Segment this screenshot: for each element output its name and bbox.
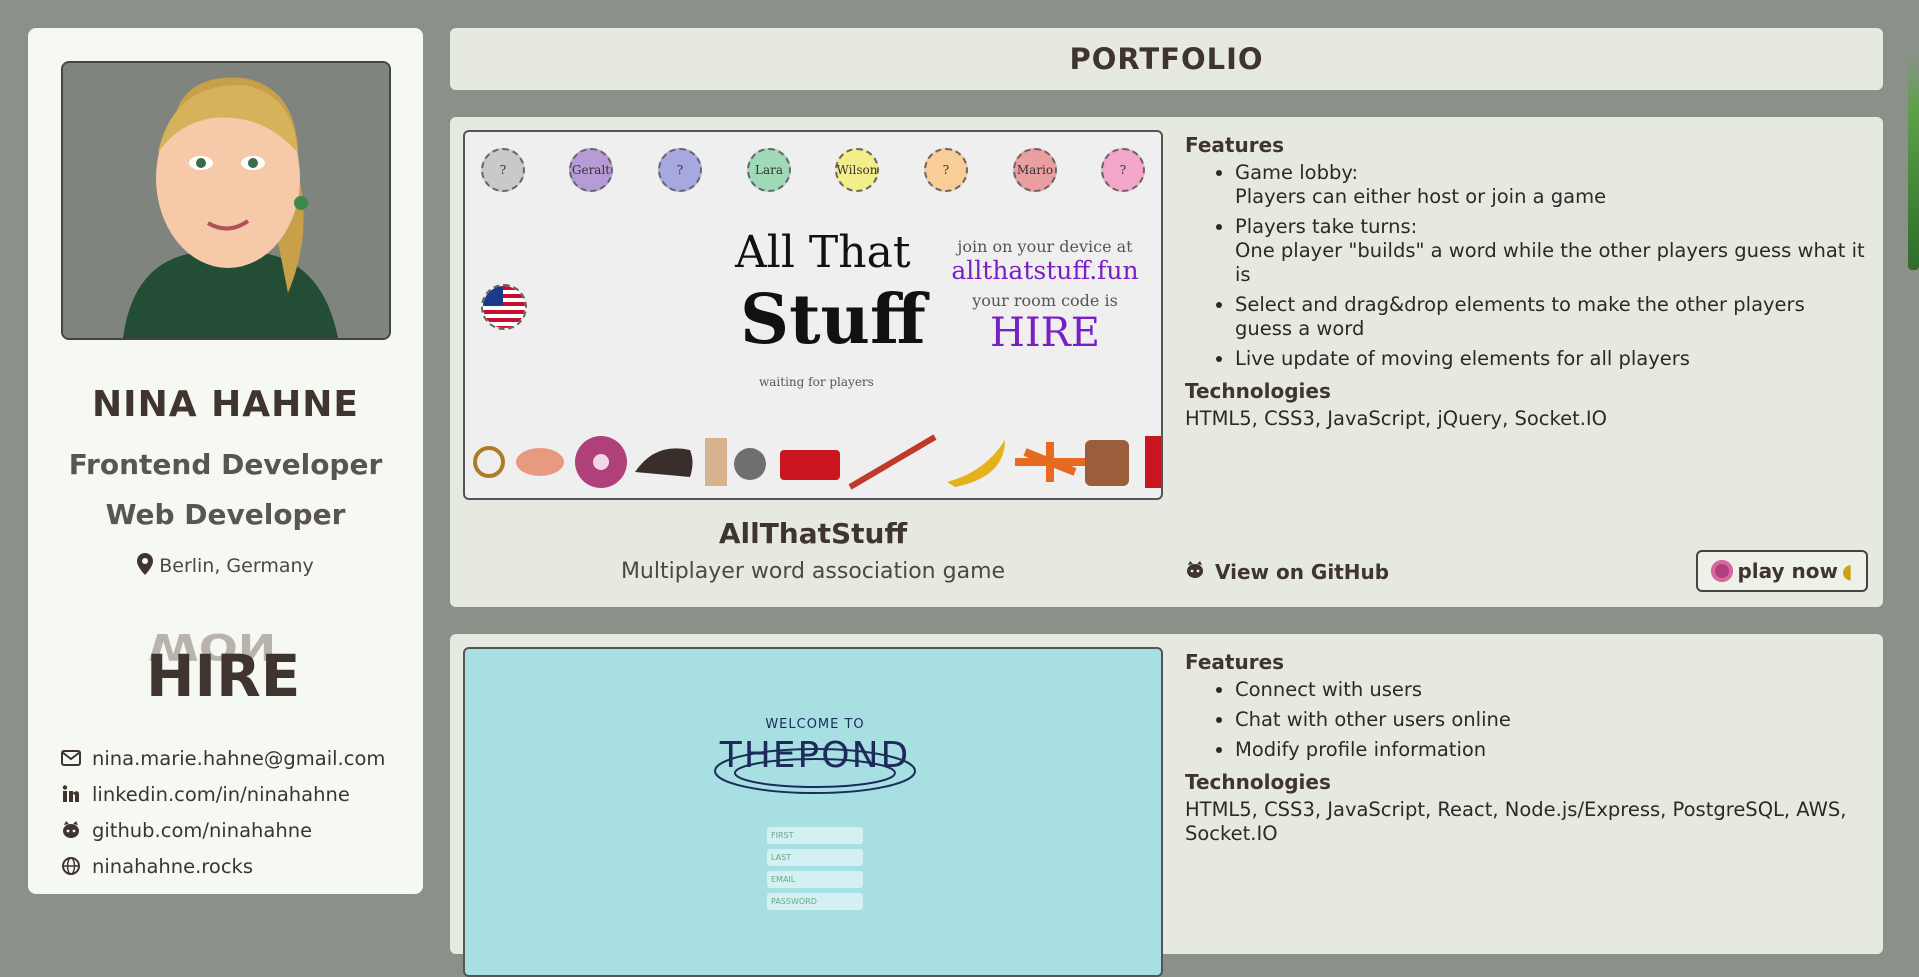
profile-location: Berlin, Germany: [28, 553, 423, 580]
player-slot: Geralt: [569, 148, 613, 192]
player-slot: ?: [1101, 148, 1145, 192]
profile-sidebar: NINA HAHNE Frontend Developer Web Develo…: [28, 28, 423, 894]
technologies-heading: Technologies: [1185, 379, 1331, 403]
room-code: HIRE: [990, 310, 1100, 356]
project-details: Features Game lobby:Players can either h…: [1185, 133, 1865, 431]
location-text: Berlin, Germany: [159, 555, 314, 577]
game-url: allthatstuff.fun: [951, 256, 1139, 285]
contact-email[interactable]: nina.marie.hahne@gmail.com: [60, 740, 385, 776]
join-text: join on your device at: [957, 237, 1133, 256]
feature-line: Modify profile information: [1235, 738, 1487, 761]
game-title-line1: All That: [735, 227, 911, 278]
banana-icon: ◖: [1841, 559, 1853, 583]
player-slot: Wilson: [835, 148, 879, 192]
play-now-button[interactable]: play now ◖: [1696, 550, 1868, 592]
feature-item: Chat with other users online: [1235, 708, 1865, 732]
flag-icon: [481, 284, 527, 330]
player-slot: Mario: [1013, 148, 1057, 192]
game-join-info: join on your device at allthatstuff.fun …: [945, 237, 1145, 356]
feature-line: Players take turns:: [1235, 215, 1418, 238]
contact-website-text[interactable]: ninahahne.rocks: [92, 855, 253, 878]
avatar: [61, 61, 391, 340]
features-list: Connect with users Chat with other users…: [1185, 678, 1865, 762]
pond-ripples: [714, 748, 916, 794]
feature-line: Chat with other users online: [1235, 708, 1511, 731]
feature-item: Players take turns:One player "builds" a…: [1235, 215, 1865, 287]
contact-list: nina.marie.hahne@gmail.com linkedin.com/…: [60, 740, 385, 884]
feature-line: Players can either host or join a game: [1235, 185, 1607, 208]
features-heading: Features: [1185, 650, 1285, 674]
player-slot: ?: [658, 148, 702, 192]
game-items-strip: [473, 434, 1161, 490]
feature-line: One player "builds" a word while the oth…: [1235, 239, 1865, 286]
project-card: WELCOME TO THEPOND FIRST LAST EMAIL PASS…: [450, 634, 1883, 977]
features-list: Game lobby:Players can either host or jo…: [1185, 161, 1865, 371]
project-screenshot[interactable]: ? Geralt ? Lara Wilson ? Mario ? All Tha…: [463, 130, 1163, 500]
feature-item: Select and drag&drop elements to make th…: [1235, 293, 1865, 341]
player-slot: ?: [481, 148, 525, 192]
view-on-github-link[interactable]: View on GitHub: [1185, 560, 1389, 584]
pond-welcome-text: WELCOME TO: [765, 717, 865, 732]
profile-role-secondary: Web Developer: [105, 498, 346, 531]
profile-role-primary: Frontend Developer: [68, 448, 383, 481]
email-field: EMAIL: [767, 871, 863, 888]
player-slot: ?: [924, 148, 968, 192]
contact-github-text[interactable]: github.com/ninahahne: [92, 819, 312, 842]
contact-email-text[interactable]: nina.marie.hahne@gmail.com: [92, 747, 385, 770]
features-heading: Features: [1185, 133, 1285, 157]
contact-website[interactable]: ninahahne.rocks: [60, 848, 385, 884]
github-link-label[interactable]: View on GitHub: [1215, 560, 1389, 584]
flower-icon: [1711, 560, 1734, 582]
feature-line: Live update of moving elements for all p…: [1235, 347, 1690, 370]
game-waiting-text: waiting for players: [759, 375, 874, 389]
feature-item: Game lobby:Players can either host or jo…: [1235, 161, 1865, 209]
feature-line: Game lobby:: [1235, 161, 1359, 184]
feature-line: Connect with users: [1235, 678, 1423, 701]
project-title: AllThatStuff: [718, 517, 908, 550]
player-slot: Lara: [747, 148, 791, 192]
map-pin-icon: [137, 553, 154, 580]
page-title: PORTFOLIO: [450, 28, 1883, 90]
globe-icon: [60, 855, 82, 877]
last-name-field: LAST: [767, 849, 863, 866]
technologies-text: HTML5, CSS3, JavaScript, React, Node.js/…: [1185, 798, 1847, 845]
feature-line: Select and drag&drop elements to make th…: [1235, 293, 1805, 340]
profile-name: NINA HAHNE: [92, 384, 359, 425]
project-description: Multiplayer word association game: [620, 559, 1006, 584]
feature-item: Connect with users: [1235, 678, 1865, 702]
project-card: ? Geralt ? Lara Wilson ? Mario ? All Tha…: [450, 117, 1883, 607]
game-title-line2: Stuff: [740, 280, 926, 360]
linkedin-icon: [60, 783, 82, 805]
contact-linkedin-text[interactable]: linkedin.com/in/ninahahne: [92, 783, 350, 806]
svg-text:HIRE: HIRE: [146, 642, 300, 702]
github-icon: [1185, 560, 1205, 584]
page-scrollbar[interactable]: [1908, 0, 1919, 270]
first-name-field: FIRST: [767, 827, 863, 844]
play-now-label: play now: [1737, 559, 1838, 583]
contact-github[interactable]: github.com/ninahahne: [60, 812, 385, 848]
avatar-illustration: [63, 63, 389, 338]
contact-linkedin[interactable]: linkedin.com/in/ninahahne: [60, 776, 385, 812]
project-details: Features Connect with users Chat with ot…: [1185, 650, 1865, 846]
technologies-text: HTML5, CSS3, JavaScript, jQuery, Socket.…: [1185, 407, 1608, 430]
hire-me-logo: WON HIRE: [146, 610, 326, 710]
feature-item: Live update of moving elements for all p…: [1235, 347, 1865, 371]
room-code-label: your room code is: [972, 291, 1118, 310]
feature-item: Modify profile information: [1235, 738, 1865, 762]
password-field: PASSWORD: [767, 893, 863, 910]
github-icon: [60, 819, 82, 841]
technologies-heading: Technologies: [1185, 770, 1331, 794]
project-screenshot[interactable]: WELCOME TO THEPOND FIRST LAST EMAIL PASS…: [463, 647, 1163, 977]
mail-icon: [60, 747, 82, 769]
